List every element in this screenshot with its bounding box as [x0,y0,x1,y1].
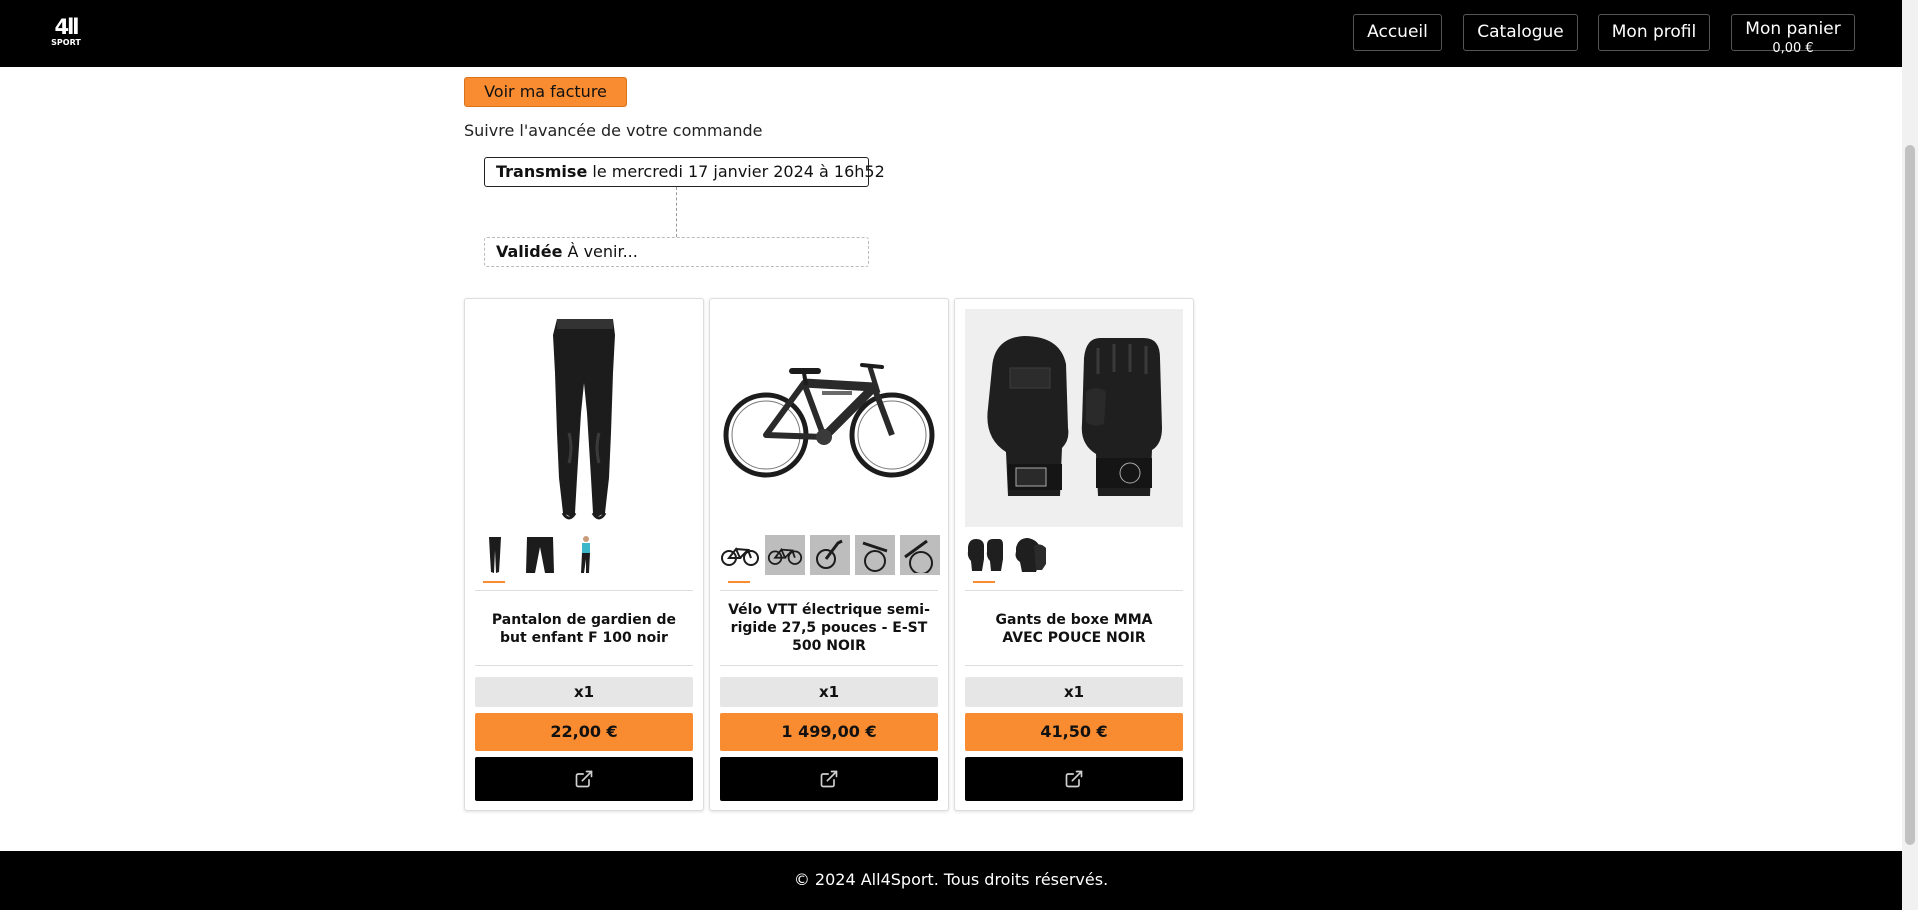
order-step-transmitted: Transmise le mercredi 17 janvier 2024 à … [484,157,885,187]
product-price: 22,00 € [475,713,693,751]
thumbnail[interactable] [720,535,760,575]
page-scrollbar[interactable] [1902,0,1918,910]
step-status: Validée [496,242,563,261]
image-thumbnails [720,535,940,577]
divider [475,665,693,666]
all4sport-logo[interactable]: 4ll SPORT [50,16,82,48]
external-link-icon [820,770,838,788]
active-thumb-indicator [973,581,995,583]
scrollbar-thumb[interactable] [1905,145,1915,845]
divider [965,590,1183,591]
step-connector [676,187,677,237]
bike-icon [767,547,803,565]
view-invoice-button[interactable]: Voir ma facture [464,77,627,107]
bike-icon [721,547,759,566]
product-image[interactable] [475,309,693,527]
copyright-text: © 2024 All4Sport. Tous droits réservés. [793,870,1109,889]
cart-total: 0,00 € [1772,41,1814,56]
product-card: Gants de boxe MMA AVEC POUCE NOIR x1 41,… [954,298,1194,811]
thumbnail[interactable] [900,535,940,575]
divider [720,590,938,591]
product-price: 41,50 € [965,713,1183,751]
view-invoice-label: Voir ma facture [484,82,607,101]
site-header: 4ll SPORT Accueil Catalogue Mon profil M… [0,0,1902,67]
site-footer: © 2024 All4Sport. Tous droits réservés. [0,851,1902,910]
product-price: 1 499,00 € [720,713,938,751]
thumbnail[interactable] [565,535,605,575]
product-title: Gants de boxe MMA AVEC POUCE NOIR [995,612,1153,646]
bike-icon [904,539,933,573]
product-card: Pantalon de gardien de but enfant F 100 … [464,298,704,811]
pants-icon [553,319,615,520]
nav-catalog-label: Catalogue [1477,22,1564,42]
thumbnail[interactable] [855,535,895,575]
pants-icon [526,537,554,573]
thumbnail[interactable] [475,535,515,575]
thumbnail[interactable] [765,535,805,575]
nav-profile-label: Mon profil [1611,22,1697,42]
nav-profile-button[interactable]: Mon profil [1598,14,1710,51]
step-detail: le mercredi 17 janvier 2024 à 16h52 [592,162,885,181]
thumbnail[interactable] [810,535,850,575]
nav-home-button[interactable]: Accueil [1353,14,1442,51]
bike-icon [862,541,888,572]
order-tracking-heading: Suivre l'avancée de votre commande [464,121,763,140]
thumbnail[interactable] [520,535,560,575]
bike-icon [816,539,843,569]
nav-home-label: Accueil [1367,22,1428,42]
image-thumbnails [965,535,1185,577]
active-thumb-indicator [483,581,505,583]
step-detail: À venir... [567,242,638,261]
product-quantity: x1 [475,677,693,707]
divider [475,590,693,591]
open-product-button[interactable] [475,757,693,801]
person-icon [581,536,590,573]
bike-icon [723,363,935,478]
nav-cart-button[interactable]: Mon panier 0,00 € [1731,14,1855,56]
divider [720,665,938,666]
thumbnail[interactable] [1010,535,1050,575]
product-title: Vélo VTT électrique semi-rigide 27,5 pou… [728,602,930,654]
active-thumb-indicator [728,581,750,583]
open-product-button[interactable] [965,757,1183,801]
product-title: Pantalon de gardien de but enfant F 100 … [491,612,677,646]
gloves-icon [967,539,1003,571]
product-quantity: x1 [965,677,1183,707]
step-status: Transmise [496,162,588,181]
external-link-icon [1065,770,1083,788]
nav-catalog-button[interactable]: Catalogue [1463,14,1578,51]
external-link-icon [575,770,593,788]
product-card: Vélo VTT électrique semi-rigide 27,5 pou… [709,298,949,811]
gloves-icon [1015,538,1046,572]
divider [965,665,1183,666]
image-thumbnails [475,535,695,577]
order-step-validated: Validée À venir... [484,237,869,267]
thumbnail[interactable] [965,535,1005,575]
product-image[interactable] [720,309,938,527]
pants-icon [489,537,501,573]
gloves-icon [987,336,1162,496]
open-product-button[interactable] [720,757,938,801]
product-image[interactable] [965,309,1183,527]
product-quantity: x1 [720,677,938,707]
